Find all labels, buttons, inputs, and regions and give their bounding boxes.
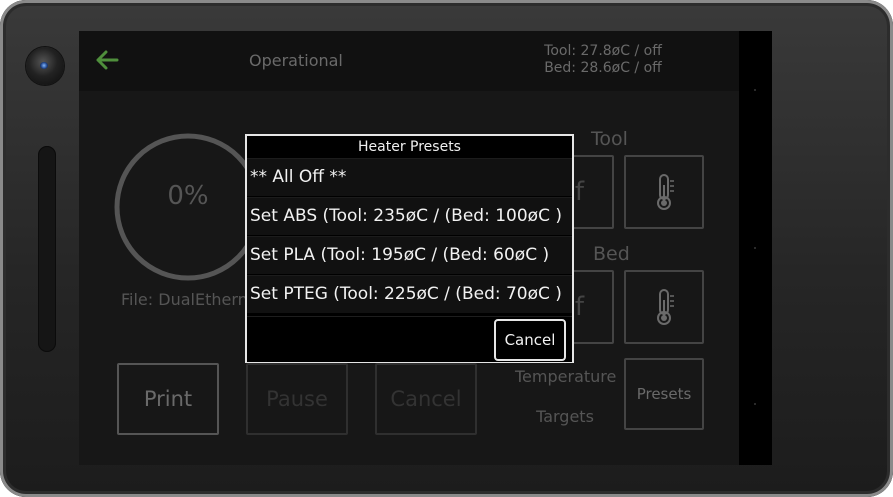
temperature-targets-line2: Targets [536,407,594,426]
edge-dot [754,247,756,249]
edge-dot [754,89,756,91]
bed-temperature: Bed: 28.6øC / off [544,60,662,76]
action-bar: Operational Tool: 27.8øC / off Bed: 28.6… [79,31,739,91]
heater-presets-dialog: Heater Presets ** All Off ** Set ABS (To… [245,134,574,363]
cancel-job-button[interactable]: Cancel [375,363,477,435]
camera-lens [40,62,48,69]
preset-list: ** All Off ** Set ABS (Tool: 235øC / (Be… [247,158,572,314]
file-name: File: DualEtherne [121,290,258,309]
presets-button[interactable]: Presets [624,358,704,430]
print-button[interactable]: Print [117,363,219,435]
temperature-readout: Tool: 27.8øC / off Bed: 28.6øC / off [523,43,683,77]
speaker-grille [38,146,56,352]
bed-label: Bed [593,243,630,265]
preset-pla[interactable]: Set PLA (Tool: 195øC / (Bed: 60øC ) [247,236,572,274]
arrow-left-icon[interactable] [95,50,119,70]
temperature-targets-line1: Temperature [515,367,617,386]
thermometer-icon [657,289,674,325]
dialog-footer: Cancel [247,316,572,362]
tool-temperature-button[interactable] [624,155,704,229]
preset-abs[interactable]: Set ABS (Tool: 235øC / (Bed: 100øC ) [247,197,572,235]
camera-icon [26,47,64,85]
preset-all-off[interactable]: ** All Off ** [247,158,572,196]
dialog-cancel-button[interactable]: Cancel [494,319,566,361]
status-title: Operational [249,51,343,70]
preset-pteg[interactable]: Set PTEG (Tool: 225øC / (Bed: 70øC ) [247,275,572,313]
right-edge-strip [739,31,772,465]
bed-temperature-button[interactable] [624,270,704,344]
tool-label: Tool [591,128,628,150]
dialog-title: Heater Presets [247,136,572,158]
edge-dot [754,403,756,405]
thermometer-icon [657,174,674,210]
device-screen: Operational Tool: 27.8øC / off Bed: 28.6… [79,31,772,465]
tool-temperature: Tool: 27.8øC / off [544,43,662,59]
printer-app: Operational Tool: 27.8øC / off Bed: 28.6… [79,31,739,465]
pause-button[interactable]: Pause [246,363,348,435]
temperature-targets-label: Temperature Targets [515,357,617,437]
progress-percent: 0% [167,181,209,211]
